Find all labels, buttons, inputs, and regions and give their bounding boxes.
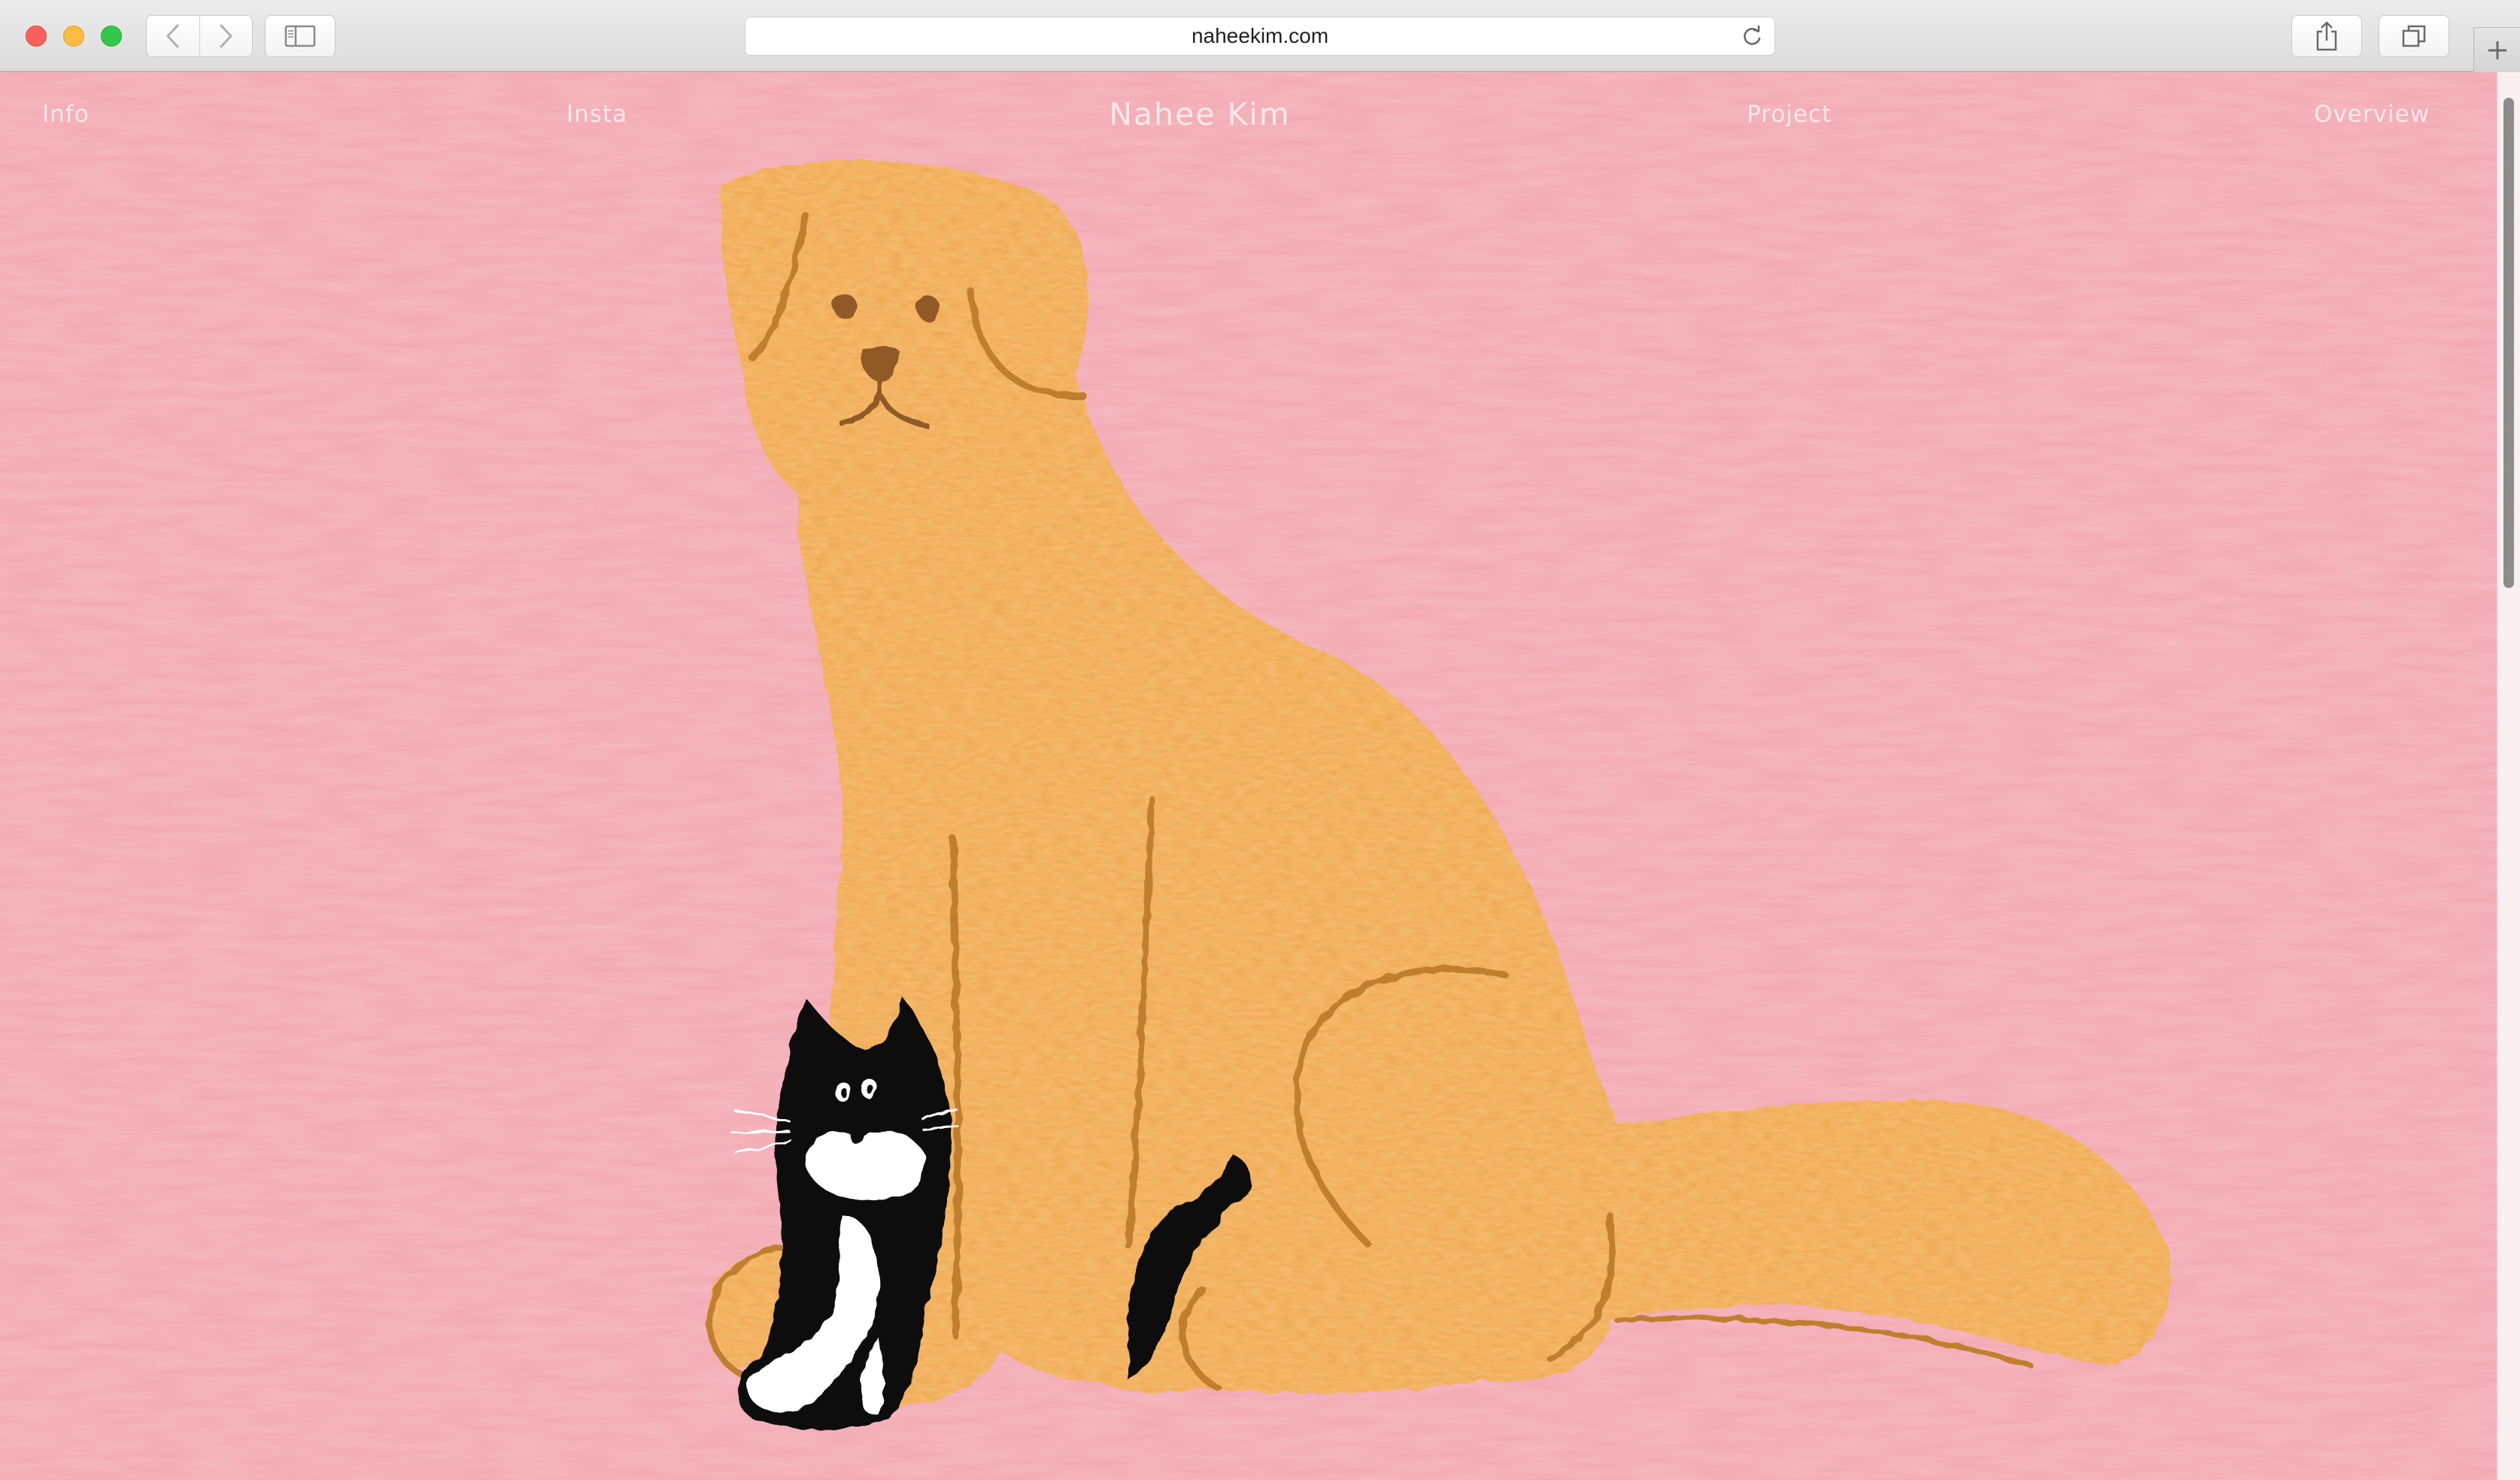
zoom-window-button[interactable] [101, 26, 122, 47]
new-tab-button[interactable] [2473, 27, 2520, 72]
history-navigation [146, 15, 253, 57]
reload-icon[interactable] [1740, 25, 1764, 49]
back-button[interactable] [147, 16, 200, 56]
page-scrollbar[interactable] [2497, 72, 2520, 1480]
address-bar[interactable]: naheekim.com [745, 17, 1775, 56]
share-icon [2316, 21, 2337, 51]
url-text: naheekim.com [1191, 24, 1329, 47]
plus-icon [2488, 41, 2506, 59]
close-window-button[interactable] [26, 26, 47, 47]
share-button[interactable] [2291, 15, 2362, 57]
chevron-right-icon [220, 24, 232, 48]
minimize-window-button[interactable] [63, 26, 84, 47]
forward-button[interactable] [200, 16, 253, 56]
chevron-left-icon [166, 24, 179, 48]
tabs-icon [2402, 25, 2426, 47]
web-page: Info Insta Project Overview Nahee Kim [0, 72, 2520, 1480]
show-tabs-button[interactable] [2379, 15, 2449, 57]
browser-window: naheekim.com Info Insta Project Overview… [0, 0, 2520, 1480]
browser-toolbar: naheekim.com [0, 0, 2520, 72]
sidebar-icon [284, 25, 316, 47]
dog-and-cat-illustration [0, 72, 2520, 1480]
sidebar-button[interactable] [265, 15, 335, 57]
site-title[interactable]: Nahee Kim [0, 96, 2400, 132]
scrollbar-thumb[interactable] [2503, 98, 2514, 588]
